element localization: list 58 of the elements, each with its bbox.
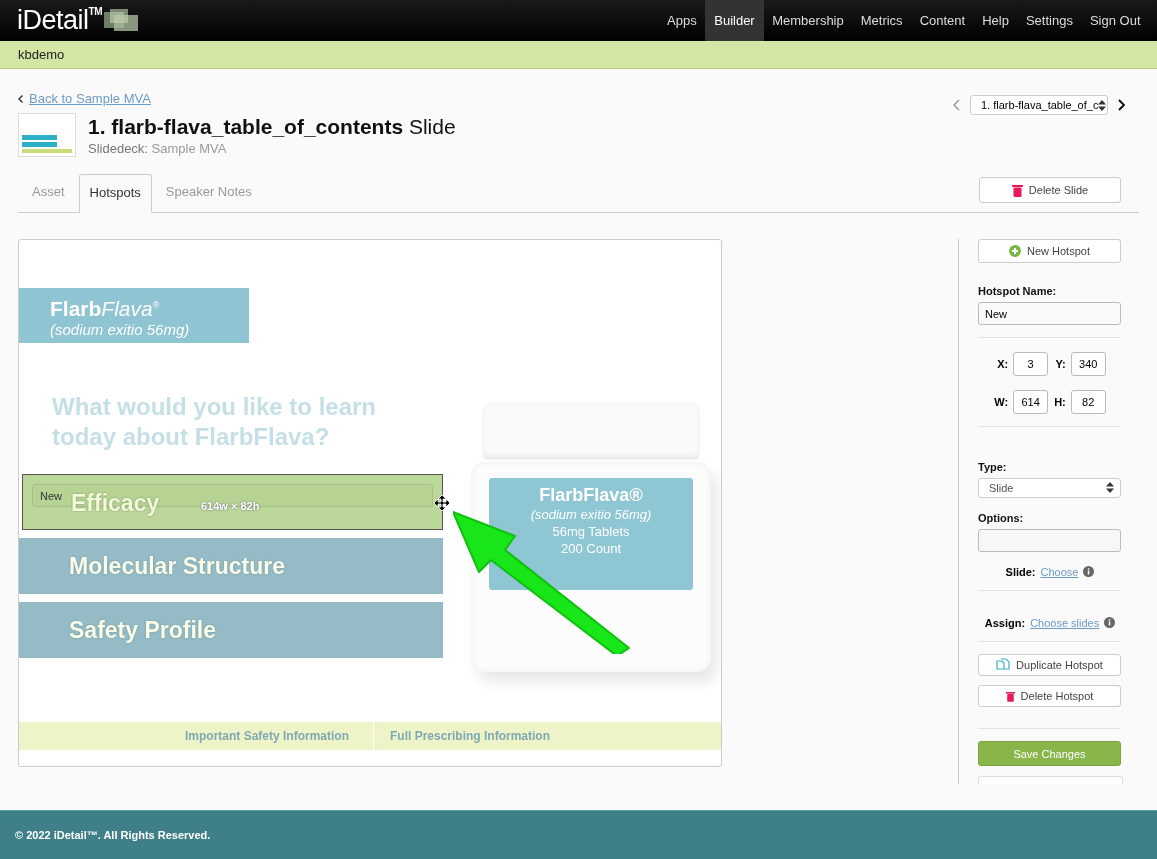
bottle-label-text: 200 Count xyxy=(560,540,622,557)
slide-thumbnail xyxy=(18,113,76,157)
coordinate-field[interactable]: 340 xyxy=(1070,352,1106,377)
account-name: kbdemo xyxy=(18,47,65,62)
field-label: Hotspot Name: xyxy=(978,285,1058,298)
move-cursor-icon xyxy=(434,495,450,511)
bottle-label-text: 56mg Tablets xyxy=(551,523,631,540)
delete-hotspot-button[interactable]: Delete Hotspot xyxy=(978,685,1121,708)
type-select[interactable]: Slide xyxy=(978,478,1121,498)
previous-icon[interactable] xyxy=(953,99,960,111)
duplicate-hotspot-button[interactable]: Duplicate Hotspot xyxy=(978,653,1121,677)
coordinate-label: W: xyxy=(994,396,1009,409)
bottle-label-text: FlarbFlava® xyxy=(538,484,644,506)
nav-link[interactable]: Metrics xyxy=(852,0,912,41)
copy-icon xyxy=(996,658,1011,672)
field-label: Options: xyxy=(978,511,1025,524)
coordinate-field[interactable]: 3 xyxy=(1013,352,1049,377)
field-label: Assign: xyxy=(984,616,1026,629)
nav-link[interactable]: Help xyxy=(973,0,1018,41)
nav-link[interactable]: Content xyxy=(911,0,974,41)
delete-slide-button[interactable]: Delete Slide xyxy=(979,177,1121,203)
coordinate-label: X: xyxy=(997,358,1009,371)
next-icon[interactable] xyxy=(1118,99,1125,111)
logo-icon xyxy=(104,8,140,33)
chevron-left-icon xyxy=(18,94,23,103)
info-icon[interactable] xyxy=(1083,566,1095,578)
tab[interactable]: Hotspots xyxy=(78,174,152,213)
coordinate-field[interactable]: 82 xyxy=(1070,390,1106,415)
hotspot-name: New xyxy=(40,489,62,502)
nav-link[interactable]: Membership xyxy=(763,0,853,41)
dose-text: (sodium exitio 56mg) xyxy=(50,321,191,338)
slide-title: 1. flarb-flava_table_of_contents Slide xyxy=(88,114,456,139)
new-hotspot-button[interactable]: New Hotspot xyxy=(978,239,1121,264)
nav-link[interactable]: Apps xyxy=(658,0,706,41)
nav-link[interactable]: Builder xyxy=(705,0,764,41)
field-label: Type: xyxy=(978,461,1008,474)
logo-text: iDetail$^{TM}$ xyxy=(17,5,102,36)
brand-name: FlarbFlava$^{®}$ xyxy=(50,296,161,321)
plus-icon xyxy=(1009,245,1021,258)
field-label: Slide: xyxy=(1005,565,1036,578)
coordinate-field[interactable]: 614 xyxy=(1013,390,1049,415)
slide-picker[interactable]: 1. flarb-flava_table_of_c xyxy=(970,95,1108,115)
info-icon[interactable] xyxy=(1104,617,1116,629)
slide-question: What would you like to learn today about FlarbFlava? xyxy=(52,392,378,452)
coordinate-label: Y: xyxy=(1055,358,1066,371)
options-field[interactable] xyxy=(978,528,1121,552)
coordinate-label: H: xyxy=(1054,396,1066,409)
sort-arrows-icon xyxy=(1106,482,1114,494)
hotspot-name-field[interactable]: New xyxy=(978,302,1121,326)
nav-link[interactable]: Sign Out xyxy=(1081,0,1149,41)
copyright-text: © 2022 iDetail™. All Rights Reserved. xyxy=(15,829,211,841)
hotspot-size: 614w × 82h xyxy=(201,500,260,512)
slidedeck-label: Slidedeck: Sample MVA xyxy=(88,140,228,156)
nav-link[interactable]: Settings xyxy=(1017,0,1082,41)
sort-arrows-icon xyxy=(1098,99,1107,111)
bottle-label-text: (sodium exitio 56mg) xyxy=(529,506,653,523)
trash-icon xyxy=(1011,183,1023,197)
trash-icon xyxy=(1005,690,1015,702)
